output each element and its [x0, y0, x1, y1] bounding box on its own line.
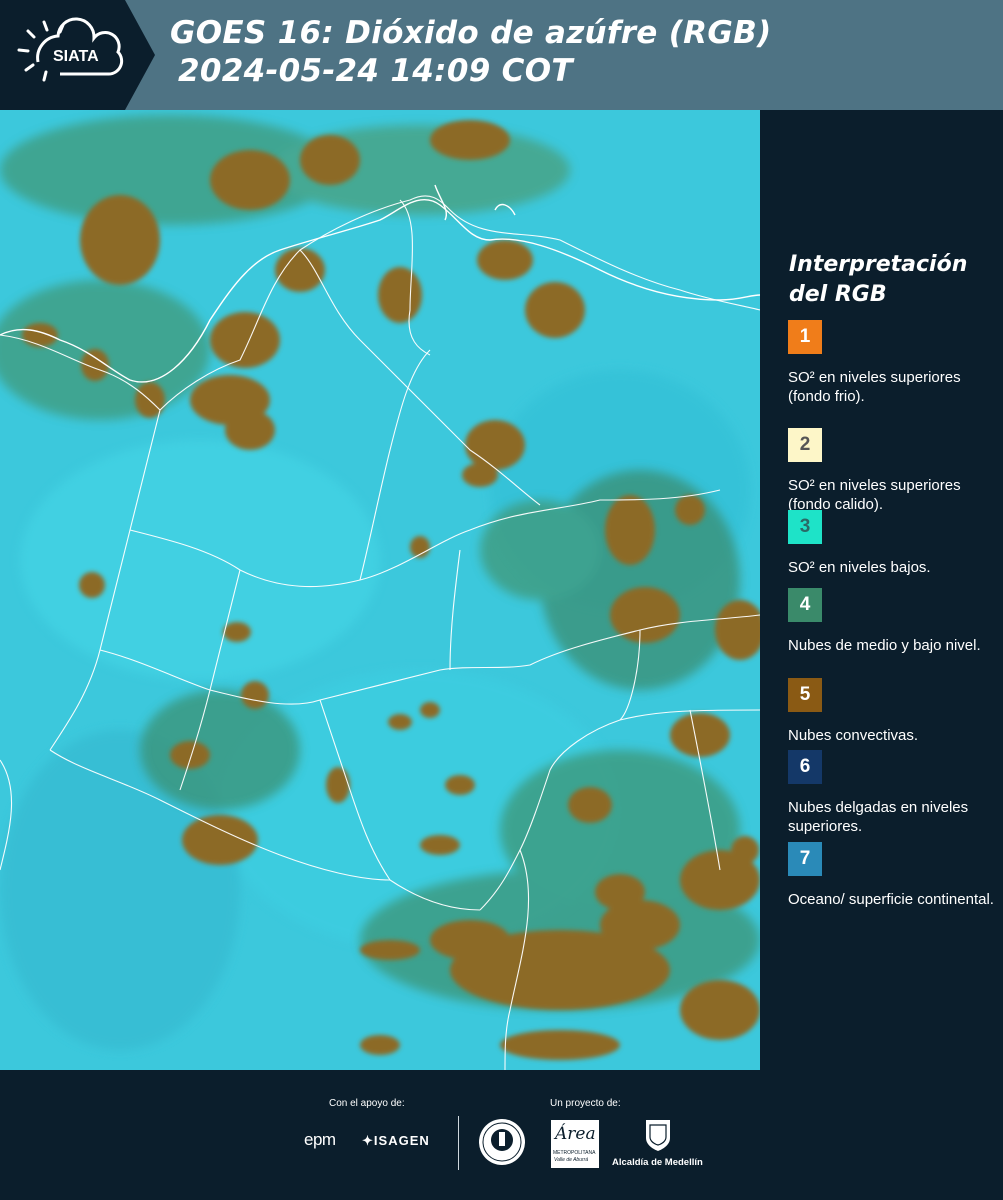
logo-text: SIATA [53, 48, 99, 65]
legend-item-label: SO² en niveles bajos. [788, 559, 931, 576]
area-logo-subtitle-2: Valle de Aburrá [554, 1157, 589, 1163]
area-logo-subtitle: METROPOLITANA [553, 1150, 596, 1156]
legend-swatch: 7 [788, 842, 822, 876]
legend-item: 7 Oceano/ superficie continental. [788, 842, 998, 909]
header-bar: SIATA GOES 16: Dióxido de azúfre (RGB) 2… [0, 0, 1003, 110]
legend-item: 1 SO² en niveles superiores (fondo frio). [788, 320, 998, 406]
legend-item: 4 Nubes de medio y bajo nivel. [788, 588, 998, 655]
isagen-logo: ✦ISAGEN [362, 1133, 430, 1149]
alcaldia-medellin-logo: Alcaldía de Medellín [612, 1118, 704, 1173]
title-line-2: 2024-05-24 14:09 COT [178, 53, 573, 89]
legend-panel: Interpretación del RGB 1 SO² en niveles s… [760, 110, 1003, 1070]
legend-item: 5 Nubes convectivas. [788, 678, 998, 745]
legend-item-label: SO² en niveles superiores (fondo calido)… [788, 477, 961, 513]
area-metropolitana-logo: Área METROPOLITANA Valle de Aburrá [551, 1120, 599, 1168]
project-label: Un proyecto de: [550, 1098, 621, 1109]
legend-item-label: SO² en niveles superiores (fondo frio). [788, 369, 961, 405]
legend-swatch: 2 [788, 428, 822, 462]
legend-item-label: Nubes delgadas en niveles superiores. [788, 799, 969, 835]
legend-swatch: 5 [788, 678, 822, 712]
legend-swatch: 6 [788, 750, 822, 784]
legend-title-line-1: Interpretación [789, 252, 968, 277]
page-title: GOES 16: Dióxido de azúfre (RGB) 2024-05… [170, 14, 772, 90]
medellin-seal-logo [478, 1116, 526, 1168]
epm-logo: epm [304, 1130, 336, 1150]
legend-swatch: 4 [788, 588, 822, 622]
legend-item-label: Nubes convectivas. [788, 727, 919, 744]
legend-title: Interpretación del RGB [789, 250, 967, 310]
siata-logo: SIATA [0, 0, 155, 110]
legend-item: 2 SO² en niveles superiores (fondo calido… [788, 428, 998, 514]
footer: Con el apoyo de: Un proyecto de: epm ✦IS… [0, 1070, 1003, 1200]
alcaldia-logo-text: Alcaldía de Medellín [612, 1157, 703, 1168]
isagen-mark-icon: ✦ [362, 1133, 374, 1148]
legend-item-label: Nubes de medio y bajo nivel. [788, 637, 981, 654]
legend-item: 6 Nubes delgadas en niveles superiores. [788, 750, 998, 836]
area-logo-text: Área [555, 1124, 596, 1144]
satellite-map-image [0, 110, 760, 1070]
title-line-1: GOES 16: Dióxido de azúfre (RGB) [170, 15, 772, 51]
legend-title-line-2: del RGB [789, 282, 887, 307]
legend-item-label: Oceano/ superficie continental. [788, 891, 994, 908]
support-label: Con el apoyo de: [329, 1098, 405, 1109]
legend-swatch: 1 [788, 320, 822, 354]
isagen-logo-text: ISAGEN [373, 1133, 430, 1148]
epm-logo-text: epm [304, 1130, 336, 1149]
legend-swatch: 3 [788, 510, 822, 544]
legend-item: 3 SO² en niveles bajos. [788, 510, 998, 577]
footer-divider [458, 1116, 459, 1170]
